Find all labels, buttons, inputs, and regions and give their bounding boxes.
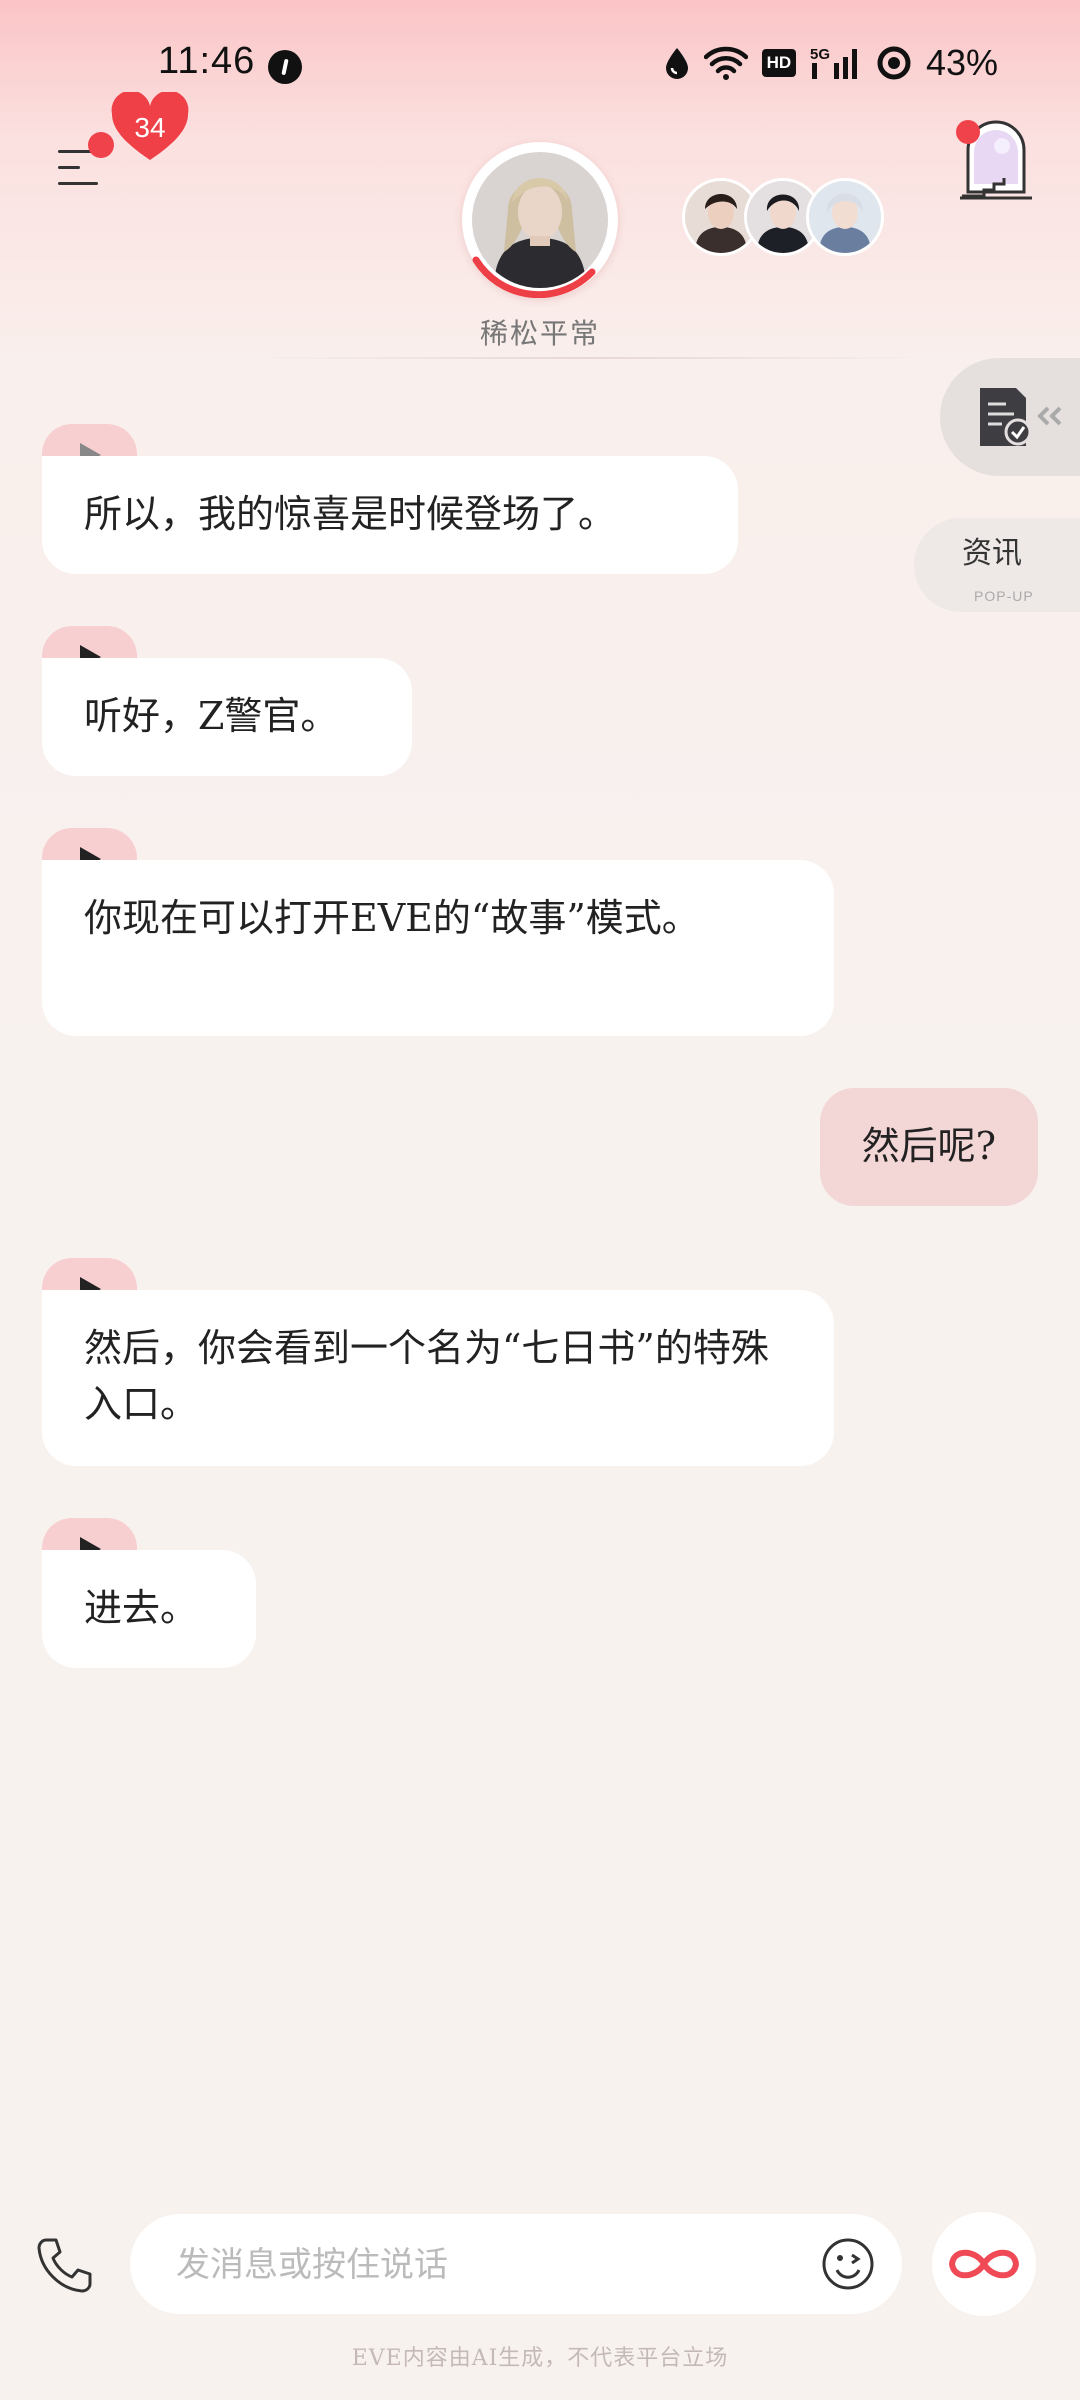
infinity-mode-button[interactable]	[932, 2212, 1036, 2316]
affection-level: 34	[134, 112, 166, 143]
message-bubble[interactable]: 进去。	[42, 1550, 256, 1668]
news-tab-title: 资讯	[962, 536, 1022, 571]
affection-arc	[472, 256, 596, 298]
task-tab[interactable]	[940, 358, 1080, 476]
status-icons: HD 5G 43%	[664, 42, 998, 84]
message-input-box[interactable]	[130, 2214, 902, 2314]
emoji-icon[interactable]	[820, 2236, 876, 2292]
battery-percent: 43%	[925, 42, 998, 83]
infinity-icon	[948, 2249, 1020, 2279]
scene-notification-dot	[956, 120, 980, 144]
notification-icon	[268, 50, 302, 84]
user-message-bubble[interactable]: 然后呢?	[819, 1088, 1038, 1206]
phone-icon[interactable]	[34, 2234, 96, 2296]
message-bubble[interactable]: 听好，Z警官。	[42, 658, 412, 776]
message-input[interactable]	[174, 2234, 778, 2296]
wifi-icon	[703, 46, 748, 80]
task-checklist-icon	[980, 388, 1062, 446]
status-time: 11:46	[158, 40, 256, 82]
ai-disclaimer: EVE内容由AI生成，不代表平台立场	[351, 2346, 729, 2371]
character-name: 稀松平常	[479, 317, 600, 350]
message-bubble[interactable]: 然后，你会看到一个名为“七日书”的特殊入口。	[42, 1290, 834, 1466]
signal-icon: 5G	[810, 46, 857, 79]
hd-badge: HD	[761, 49, 796, 77]
menu-line	[58, 166, 80, 169]
header-divider	[250, 357, 930, 359]
character-switcher[interactable]	[682, 178, 884, 256]
svg-text:5G: 5G	[810, 46, 830, 63]
character-avatar[interactable]	[462, 142, 618, 298]
menu-line	[58, 182, 98, 185]
drop-icon	[665, 48, 688, 79]
message-bubble[interactable]: 你现在可以打开EVE的“故事”模式。	[42, 860, 834, 1036]
message-bubble[interactable]: 所以，我的惊喜是时候登场了。	[42, 456, 738, 574]
news-tab-subtitle: POP-UP	[974, 588, 1034, 604]
battery-ring-icon	[877, 46, 911, 80]
mini-avatar[interactable]	[806, 178, 884, 256]
